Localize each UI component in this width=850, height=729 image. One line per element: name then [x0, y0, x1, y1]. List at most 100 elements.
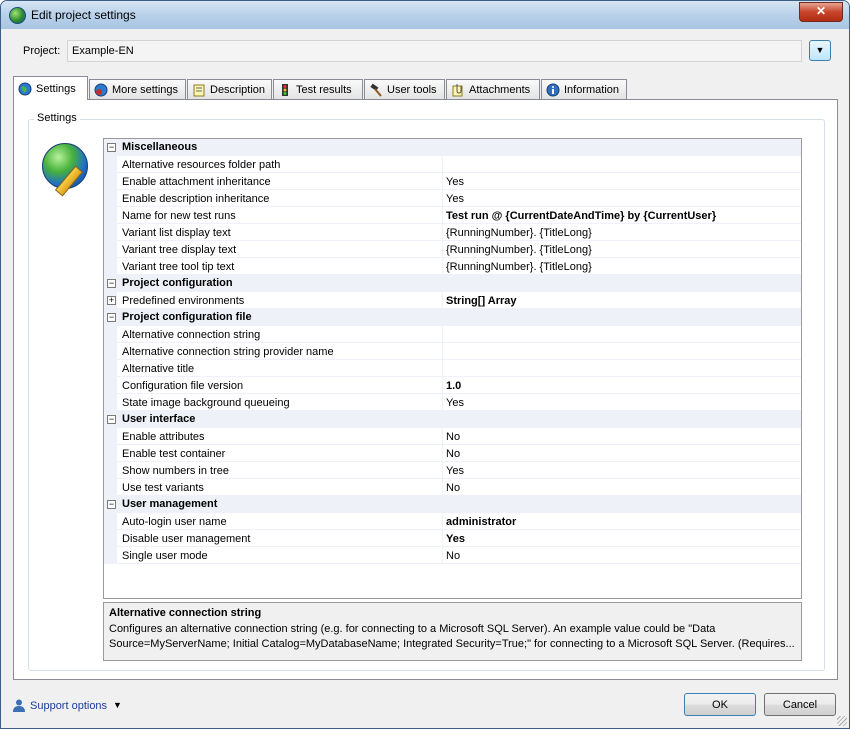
property-row[interactable]: Alternative resources folder path	[104, 156, 801, 173]
property-row[interactable]: Use test variants No	[104, 479, 801, 496]
property-value[interactable]: Yes	[446, 465, 464, 477]
category-name: User management	[122, 498, 218, 510]
globe-icon	[18, 82, 32, 96]
category-row[interactable]: − Project configuration file	[104, 309, 801, 326]
collapse-icon[interactable]: −	[107, 143, 116, 152]
property-name: Alternative connection string provider n…	[122, 346, 334, 358]
property-row[interactable]: Show numbers in tree Yes	[104, 462, 801, 479]
tab-information[interactable]: Information	[541, 79, 627, 99]
resize-grip[interactable]	[837, 716, 847, 726]
tab-label: Information	[564, 84, 620, 96]
property-value[interactable]: administrator	[446, 516, 516, 528]
property-value[interactable]: Yes	[446, 397, 464, 409]
property-value[interactable]: No	[446, 482, 460, 494]
property-row[interactable]: Disable user management Yes	[104, 530, 801, 547]
property-row[interactable]: Name for new test runs Test run @ {Curren…	[104, 207, 801, 224]
category-name: Project configuration file	[122, 311, 252, 323]
property-row[interactable]: State image background queueing Yes	[104, 394, 801, 411]
description-pane: Alternative connection string Configures…	[103, 602, 802, 661]
property-value[interactable]: Yes	[446, 193, 464, 205]
info-icon	[546, 83, 560, 97]
property-row[interactable]: Alternative connection string provider n…	[104, 343, 801, 360]
settings-group-label: Settings	[34, 112, 80, 124]
collapse-icon[interactable]: −	[107, 415, 116, 424]
property-value[interactable]: No	[446, 431, 460, 443]
property-name: Predefined environments	[122, 295, 245, 307]
user-icon	[13, 699, 25, 712]
description-text: Configures an alternative connection str…	[109, 623, 795, 650]
cancel-button[interactable]: Cancel	[764, 693, 836, 716]
property-row[interactable]: Configuration file version 1.0	[104, 377, 801, 394]
property-row[interactable]: Enable attributes No	[104, 428, 801, 445]
tab-user-tools[interactable]: User tools	[364, 79, 445, 99]
property-name: Enable attachment inheritance	[122, 176, 271, 188]
property-row[interactable]: Enable description inheritance Yes	[104, 190, 801, 207]
tab-test-results[interactable]: Test results	[273, 79, 363, 99]
property-name: Use test variants	[122, 482, 204, 494]
property-name: Name for new test runs	[122, 210, 236, 222]
property-name: Variant list display text	[122, 227, 231, 239]
property-value[interactable]: 1.0	[446, 380, 461, 392]
property-row[interactable]: Alternative title	[104, 360, 801, 377]
hammer-icon	[370, 83, 382, 97]
paperclip-icon	[452, 84, 463, 97]
chevron-down-icon[interactable]: ▼	[113, 700, 122, 710]
description-title: Alternative connection string	[109, 607, 262, 619]
property-value[interactable]: Test run @ {CurrentDateAndTime} by {Curr…	[446, 210, 716, 222]
property-row[interactable]: Enable attachment inheritance Yes	[104, 173, 801, 190]
project-field: Example-EN	[67, 40, 802, 62]
property-value[interactable]: No	[446, 550, 460, 562]
property-name: Disable user management	[122, 533, 251, 545]
window-title: Edit project settings	[31, 8, 136, 22]
property-name: Single user mode	[122, 550, 208, 562]
property-name: Enable description inheritance	[122, 193, 270, 205]
tab-label: Settings	[36, 83, 76, 95]
tab-label: More settings	[112, 84, 179, 96]
close-button[interactable]: ✕	[799, 2, 843, 22]
property-row[interactable]: Variant tree tool tip text {RunningNumber…	[104, 258, 801, 275]
property-row[interactable]: Variant list display text {RunningNumber}…	[104, 224, 801, 241]
property-row[interactable]: Enable test container No	[104, 445, 801, 462]
tab-attachments[interactable]: Attachments	[446, 79, 540, 99]
support-options-label[interactable]: Support options	[30, 700, 107, 712]
property-row[interactable]: Variant tree display text {RunningNumber}…	[104, 241, 801, 258]
property-name: State image background queueing	[122, 397, 290, 409]
project-label: Project:	[23, 45, 61, 57]
settings-tab-panel: Settings − Miscellaneous Alternative reso…	[13, 99, 838, 680]
property-name: Variant tree tool tip text	[122, 261, 235, 273]
property-name: Configuration file version	[122, 380, 244, 392]
title-bar[interactable]: Edit project settings ✕	[1, 1, 849, 29]
property-value[interactable]: Yes	[446, 533, 465, 545]
property-value[interactable]: String[] Array	[446, 295, 517, 307]
tab-description[interactable]: Description	[187, 79, 272, 99]
tab-more-settings[interactable]: More settings	[89, 79, 186, 99]
property-row[interactable]: Alternative connection string	[104, 326, 801, 343]
property-name: Show numbers in tree	[122, 465, 229, 477]
category-row[interactable]: − Project configuration	[104, 275, 801, 292]
category-row[interactable]: − User management	[104, 496, 801, 513]
property-row[interactable]: + Predefined environments String[] Array	[104, 292, 801, 309]
property-value[interactable]: {RunningNumber}. {TitleLong}	[446, 244, 592, 256]
category-row[interactable]: − User interface	[104, 411, 801, 428]
property-name: Alternative title	[122, 363, 195, 375]
category-row[interactable]: − Miscellaneous	[104, 139, 801, 156]
tab-settings[interactable]: Settings	[13, 76, 88, 100]
property-name: Enable test container	[122, 448, 226, 460]
category-name: User interface	[122, 413, 196, 425]
tab-label: Description	[210, 84, 266, 96]
traffic-light-icon	[282, 84, 288, 96]
collapse-icon[interactable]: −	[107, 313, 116, 322]
collapse-icon[interactable]: −	[107, 279, 116, 288]
collapse-icon[interactable]: −	[107, 500, 116, 509]
property-row[interactable]: Auto-login user name administrator	[104, 513, 801, 530]
tab-label: User tools	[387, 84, 437, 96]
property-value[interactable]: {RunningNumber}. {TitleLong}	[446, 261, 592, 273]
project-dropdown-button[interactable]: ▼	[809, 40, 831, 61]
property-grid[interactable]: − Miscellaneous Alternative resources fol…	[103, 138, 802, 599]
property-value[interactable]: No	[446, 448, 460, 460]
ok-button[interactable]: OK	[684, 693, 756, 716]
property-value[interactable]: Yes	[446, 176, 464, 188]
property-value[interactable]: {RunningNumber}. {TitleLong}	[446, 227, 592, 239]
expand-icon[interactable]: +	[107, 296, 116, 305]
property-row[interactable]: Single user mode No	[104, 547, 801, 564]
